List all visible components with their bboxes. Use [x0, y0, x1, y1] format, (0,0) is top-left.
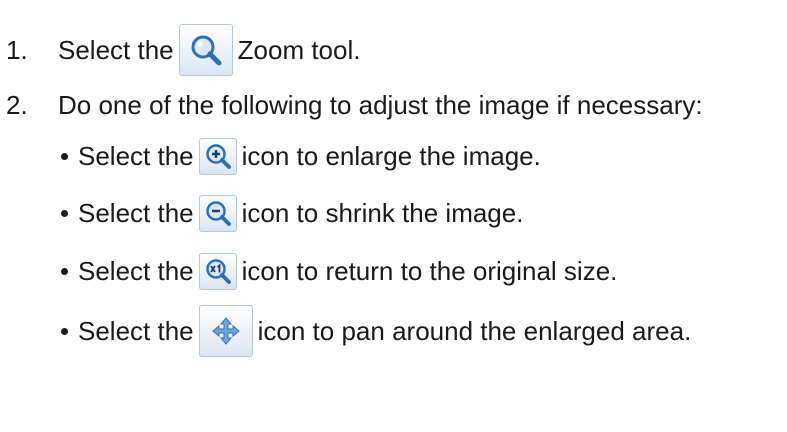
pan-icon: [211, 317, 240, 345]
zoom-in-button[interactable]: [198, 137, 237, 175]
bullet-dot: [61, 209, 68, 217]
zoom-tool-icon: [191, 35, 222, 66]
bullet-dot: [61, 152, 68, 160]
zoom-tool-button[interactable]: [178, 24, 233, 76]
bullet-dot: [61, 327, 68, 335]
zoom-out-button[interactable]: [198, 194, 237, 232]
step-number: 2.: [6, 89, 28, 120]
bullet-zoom-out: Select the icon to shrink the image.: [61, 193, 523, 233]
zoom-actual-size-icon: [205, 259, 231, 284]
bullet-text-after: icon to shrink the image.: [241, 197, 524, 228]
bullet-dot: [61, 267, 68, 275]
bullet-text-before: Select the: [78, 315, 194, 346]
step-1: 1. Select the Zoom tool.: [6, 22, 360, 78]
bullet-text-after: icon to return to the original size.: [241, 255, 618, 286]
bullet-zoom-in: Select the icon to enlarge the image.: [61, 136, 541, 176]
step-1-text-after: Zoom tool.: [237, 34, 361, 65]
bullet-text-after: icon to pan around the enlarged area.: [257, 315, 692, 346]
bullet-actual-size: Select the icon to return to the origina…: [61, 251, 617, 291]
step-2: 2. Do one of the following to adjust the…: [6, 85, 703, 125]
step-number: 1.: [6, 34, 28, 65]
zoom-actual-size-button[interactable]: [198, 252, 237, 290]
bullet-text-before: Select the: [78, 255, 194, 286]
pan-button[interactable]: [198, 305, 253, 357]
zoom-in-icon: [205, 144, 231, 169]
bullet-text-before: Select the: [78, 197, 194, 228]
bullet-pan: Select the icon to pan around the enlarg…: [61, 302, 691, 360]
bullet-text-before: Select the: [78, 140, 194, 171]
bullet-text-after: icon to enlarge the image.: [241, 140, 541, 171]
step-2-text: Do one of the following to adjust the im…: [58, 89, 703, 120]
zoom-out-icon: [205, 201, 231, 226]
step-1-text-before: Select the: [58, 34, 174, 65]
